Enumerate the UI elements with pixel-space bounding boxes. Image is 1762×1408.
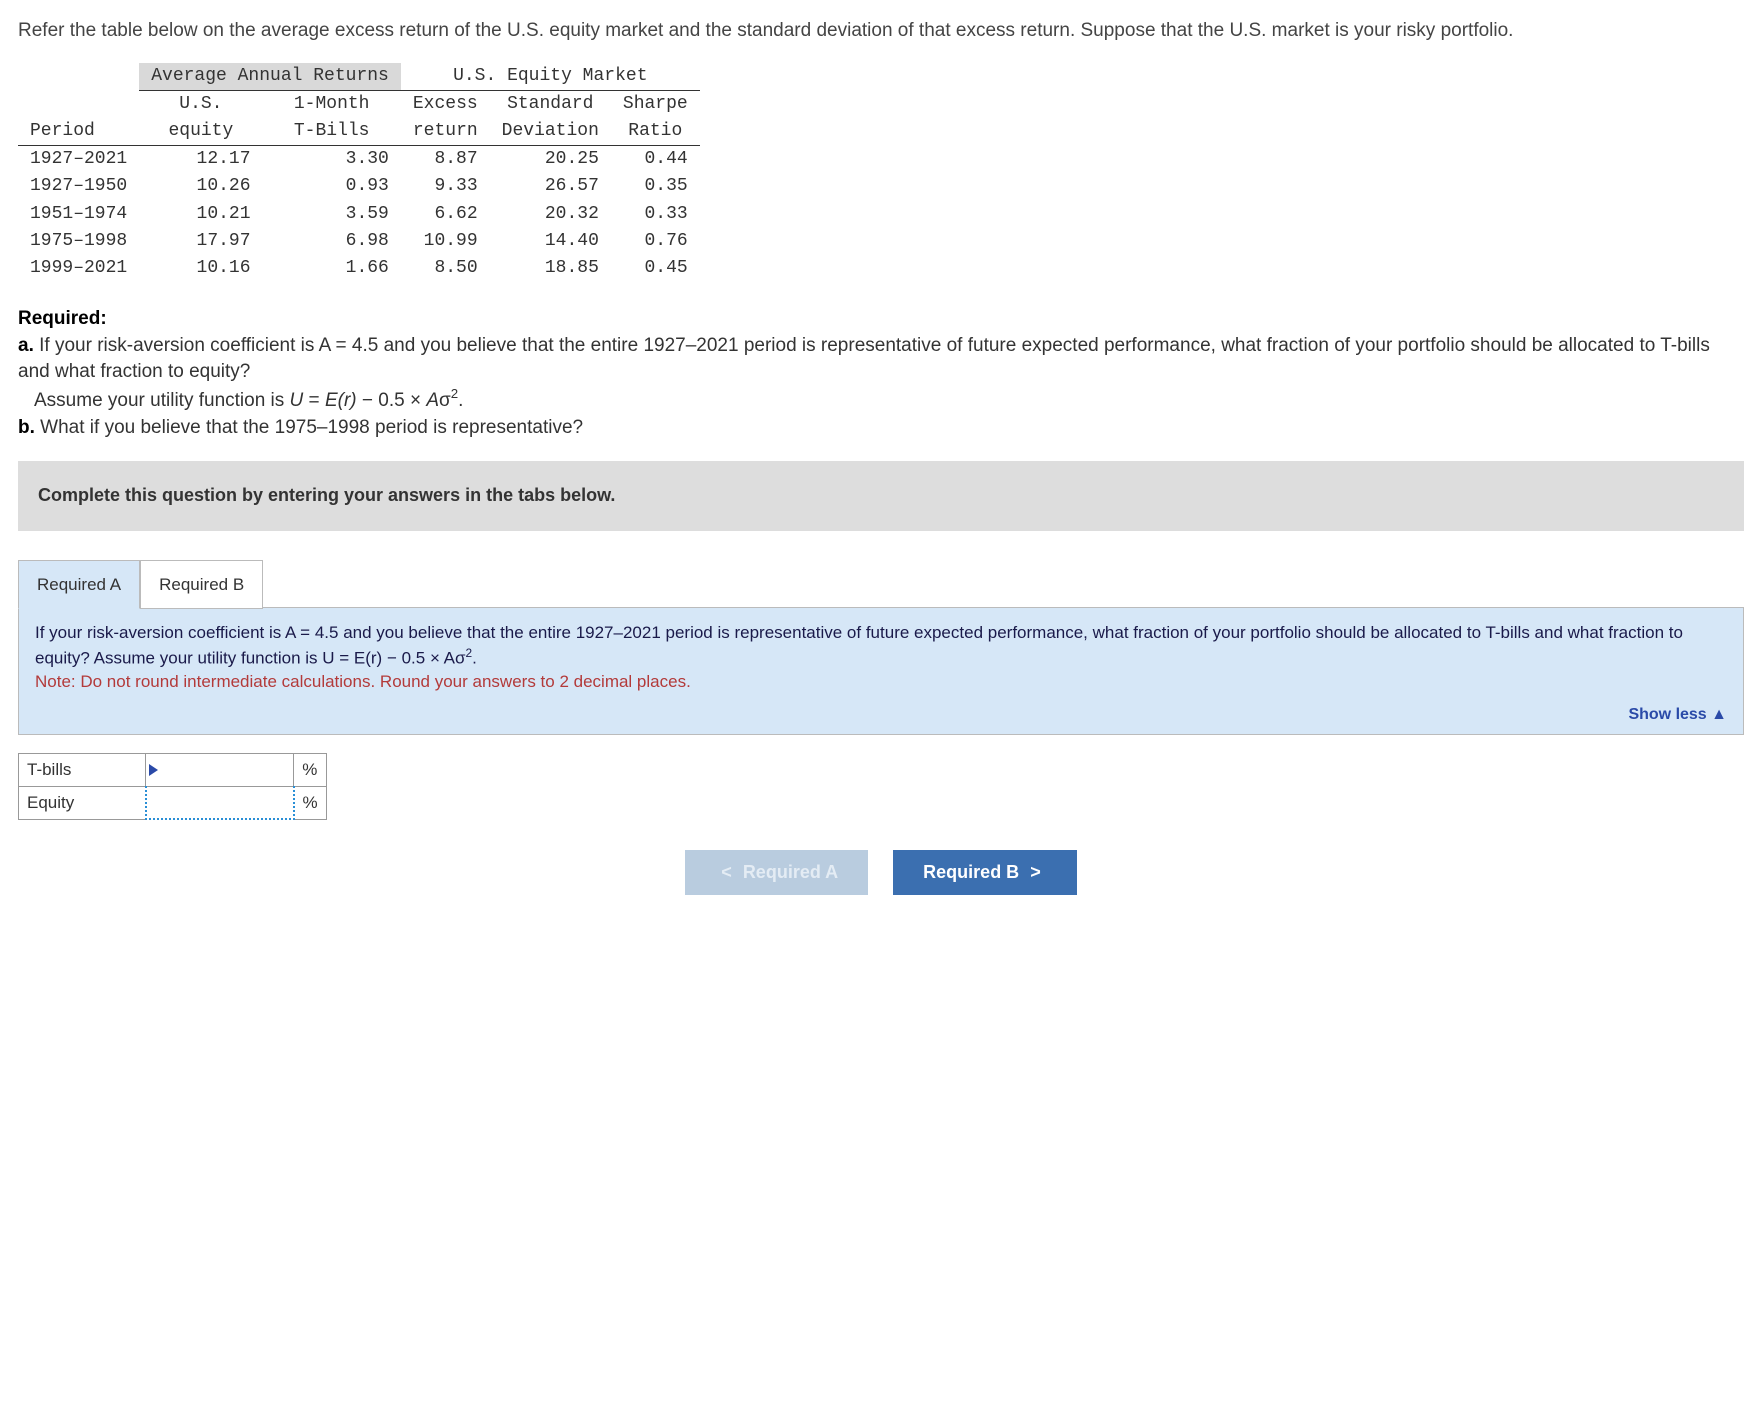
req-b-text: What if you believe that the 1975–1998 p…: [40, 417, 583, 438]
cell-tbills: 1.66: [263, 255, 401, 282]
formula-period: .: [458, 390, 463, 411]
formula-u: U: [290, 390, 304, 411]
formula-sigma: σ: [439, 390, 451, 411]
panel-required-a: If your risk-aversion coefficient is A =…: [18, 607, 1744, 735]
cell-period: 1927–2021: [18, 146, 139, 174]
group-header-equity: U.S. Equity Market: [401, 63, 700, 91]
header-period: Period: [18, 90, 139, 145]
cell-sharpe: 0.44: [611, 146, 700, 174]
formula-a: A: [426, 390, 439, 411]
cell-period: 1975–1998: [18, 228, 139, 255]
cell-equity: 10.21: [139, 201, 262, 228]
cell-equity: 17.97: [139, 228, 262, 255]
panel-sup: 2: [466, 646, 473, 660]
cell-tbills: 3.59: [263, 201, 401, 228]
header-sharpe-2: Ratio: [611, 118, 700, 146]
equity-pct-label: %: [294, 787, 327, 820]
next-label: Required B: [923, 862, 1019, 882]
header-std-1: Standard: [490, 90, 611, 118]
answer-table: T-bills % Equity %: [18, 753, 327, 820]
required-section: Required: a. If your risk-aversion coeff…: [18, 306, 1744, 441]
prev-required-a-button[interactable]: < Required A: [685, 850, 868, 895]
returns-table: Average Annual Returns U.S. Equity Marke…: [18, 63, 700, 283]
tbills-pct-label: %: [294, 754, 327, 787]
header-sharpe-1: Sharpe: [611, 90, 700, 118]
cell-excess: 8.50: [401, 255, 490, 282]
cell-excess: 6.62: [401, 201, 490, 228]
table-row: 1999–2021 10.16 1.66 8.50 18.85 0.45: [18, 255, 700, 282]
header-usequity-1: U.S.: [139, 90, 262, 118]
header-std-2: Deviation: [490, 118, 611, 146]
req-a-text: If your risk-aversion coefficient is A =…: [18, 335, 1710, 383]
formula-eq: =: [303, 390, 325, 411]
table-row: 1927–2021 12.17 3.30 8.87 20.25 0.44: [18, 146, 700, 174]
cell-sharpe: 0.35: [611, 173, 700, 200]
prev-label: Required A: [743, 862, 838, 882]
cell-period: 1927–1950: [18, 173, 139, 200]
table-row: 1927–1950 10.26 0.93 9.33 26.57 0.35: [18, 173, 700, 200]
tbills-row-label: T-bills: [19, 754, 146, 787]
cell-sharpe: 0.33: [611, 201, 700, 228]
header-excess-1: Excess: [401, 90, 490, 118]
cell-tbills: 6.98: [263, 228, 401, 255]
formula-er: E(r): [325, 390, 357, 411]
cell-tbills: 3.30: [263, 146, 401, 174]
cell-equity: 12.17: [139, 146, 262, 174]
cell-equity: 10.16: [139, 255, 262, 282]
cell-sharpe: 0.45: [611, 255, 700, 282]
show-less-label: Show less: [1628, 706, 1706, 723]
req-b-prefix: b.: [18, 417, 35, 438]
panel-line1: If your risk-aversion coefficient is A =…: [35, 623, 1683, 668]
formula-sup: 2: [451, 386, 458, 401]
panel-period: .: [472, 649, 477, 668]
header-tbills-2: T-Bills: [263, 118, 401, 146]
cell-std: 18.85: [490, 255, 611, 282]
cell-period: 1951–1974: [18, 201, 139, 228]
cell-excess: 10.99: [401, 228, 490, 255]
formula-minus: − 0.5 ×: [357, 390, 427, 411]
header-excess-2: return: [401, 118, 490, 146]
tbills-input[interactable]: [146, 754, 294, 787]
header-usequity-2: equity: [139, 118, 262, 146]
cell-std: 14.40: [490, 228, 611, 255]
tabs: Required ARequired B: [18, 559, 1744, 609]
table-row: 1951–1974 10.21 3.59 6.62 20.32 0.33: [18, 201, 700, 228]
intro-text: Refer the table below on the average exc…: [18, 18, 1744, 45]
cell-std: 26.57: [490, 173, 611, 200]
active-cell-indicator-icon: [149, 764, 158, 776]
instruction-box: Complete this question by entering your …: [18, 461, 1744, 530]
cell-excess: 8.87: [401, 146, 490, 174]
cell-sharpe: 0.76: [611, 228, 700, 255]
cell-std: 20.25: [490, 146, 611, 174]
required-heading: Required:: [18, 308, 107, 329]
panel-note: Note: Do not round intermediate calculat…: [35, 672, 691, 691]
group-header-avg: Average Annual Returns: [139, 63, 401, 91]
tab-required-b[interactable]: Required B: [140, 560, 263, 610]
table-row: 1975–1998 17.97 6.98 10.99 14.40 0.76: [18, 228, 700, 255]
panel-question-text: If your risk-aversion coefficient is A =…: [35, 622, 1727, 693]
assume-prefix: Assume your utility function is: [34, 390, 290, 411]
show-less-toggle[interactable]: Show less ▲: [35, 704, 1727, 726]
chevron-left-icon: <: [721, 862, 732, 882]
cell-equity: 10.26: [139, 173, 262, 200]
equity-row-label: Equity: [19, 787, 146, 820]
next-required-b-button[interactable]: Required B >: [893, 850, 1077, 895]
cell-excess: 9.33: [401, 173, 490, 200]
cell-period: 1999–2021: [18, 255, 139, 282]
header-tbills-1: 1-Month: [263, 90, 401, 118]
cell-std: 20.32: [490, 201, 611, 228]
equity-input[interactable]: [146, 787, 294, 820]
chevron-right-icon: >: [1030, 862, 1041, 882]
req-a-prefix: a.: [18, 335, 34, 356]
req-a-assume: Assume your utility function is U = E(r)…: [34, 390, 463, 411]
triangle-up-icon: ▲: [1711, 706, 1727, 723]
nav-buttons: < Required A Required B >: [18, 850, 1744, 895]
cell-tbills: 0.93: [263, 173, 401, 200]
tab-required-a[interactable]: Required A: [18, 560, 140, 610]
